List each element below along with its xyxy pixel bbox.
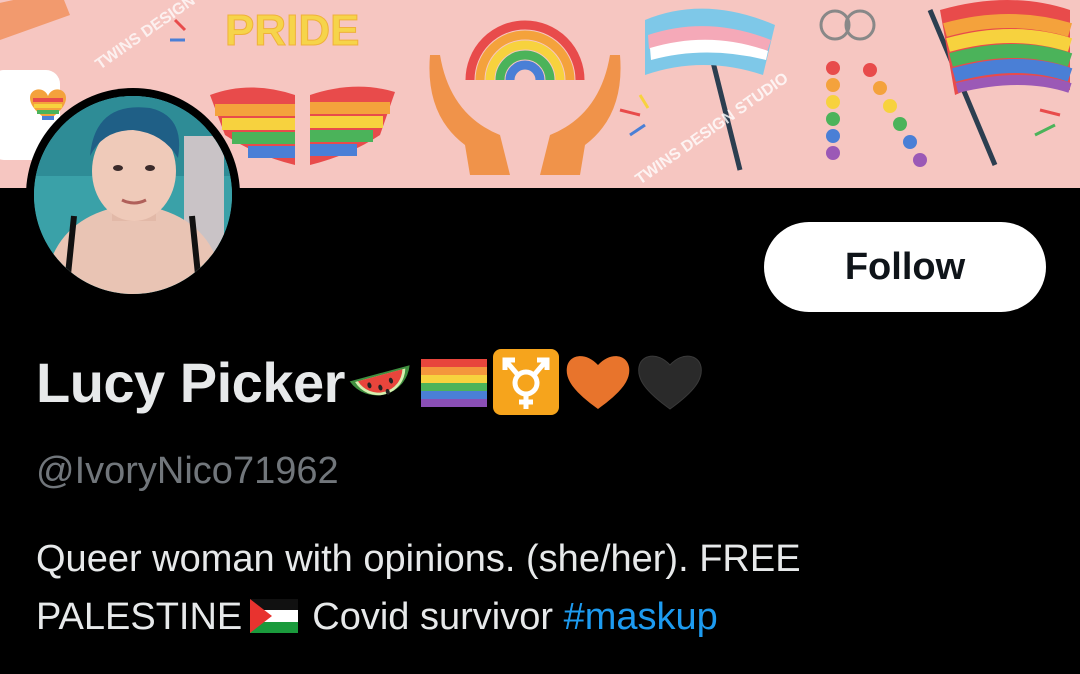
watermark-text-2: TWINS DESIGN STUDIO: [633, 70, 792, 188]
avatar-photo: [34, 96, 232, 294]
bio-text-covid: Covid survivor: [312, 596, 553, 638]
ribbon-icon: [0, 0, 70, 40]
palestine-flag-icon: [250, 592, 299, 650]
profile-bio: Queer woman with opinions. (she/her). FR…: [36, 530, 1046, 650]
heart-earrings-icon: [819, 9, 927, 167]
watermark-text: TWINS DESIGN: [93, 0, 199, 73]
watermelon-icon: [347, 347, 417, 417]
black-heart-icon: [635, 347, 705, 417]
bio-line-1: Queer woman with opinions. (she/her). FR…: [36, 538, 801, 580]
transgender-symbol-icon: [491, 347, 561, 417]
hands-rainbow-icon: [429, 20, 621, 175]
orange-heart-icon: [563, 347, 633, 417]
display-name-row: Lucy Picker: [36, 344, 705, 420]
rainbow-flag-banner-icon: [927, 0, 1073, 166]
rainbow-flag-icon: [419, 347, 489, 417]
follow-button[interactable]: Follow: [764, 222, 1046, 312]
bio-text-palestine: PALESTINE: [36, 596, 243, 638]
profile-avatar[interactable]: [26, 88, 240, 302]
hashtag-link[interactable]: #maskup: [564, 596, 718, 638]
rainbow-wings-icon: [210, 86, 395, 165]
pride-text: PRIDE: [225, 6, 359, 55]
profile-handle: @IvoryNico71962: [36, 450, 339, 492]
profile-page: TWINS DESIGN PRIDE TWINS DESIGN STUDIO F…: [0, 0, 1080, 674]
display-name: Lucy Picker: [36, 350, 345, 414]
